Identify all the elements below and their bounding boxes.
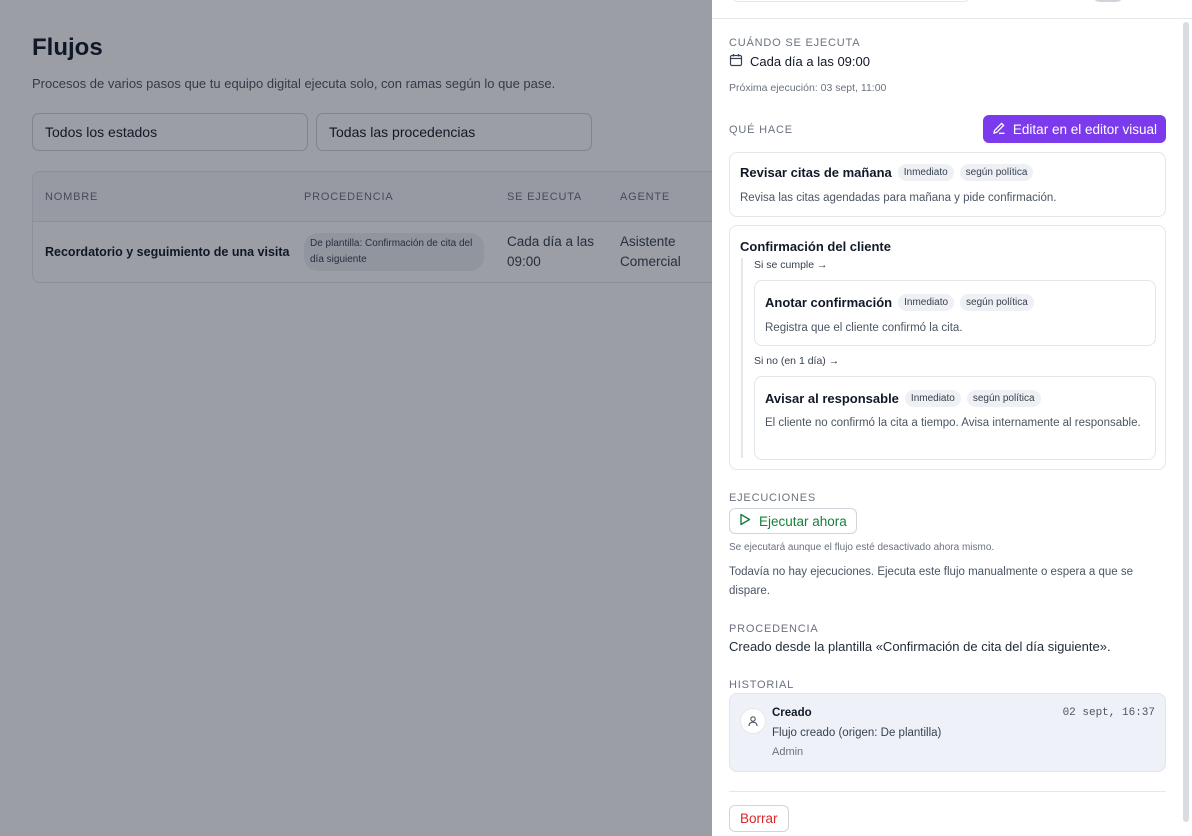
next-run-text: Próxima ejecución: 03 sept, 11:00 — [729, 82, 887, 94]
drawer-scrollbar[interactable] — [1183, 22, 1189, 822]
calendar-icon — [729, 53, 750, 70]
history-user: Admin — [772, 746, 804, 758]
branch-no-label: Si no (en 1 día) → — [754, 355, 840, 367]
history-title: Creado — [772, 707, 812, 719]
branch-line — [741, 258, 743, 458]
step-description: Registra que el cliente confirmó la cita… — [765, 322, 963, 334]
runs-section-label: EJECUCIONES — [729, 492, 817, 504]
run-now-label: Ejecutar ahora — [759, 513, 847, 529]
what-section-label: QUÉ HACE — [729, 124, 793, 136]
policy-badge: según política — [960, 294, 1034, 311]
condition-card[interactable]: Confirmación del cliente Si se cumple → … — [729, 225, 1166, 470]
delete-button[interactable]: Borrar — [729, 805, 789, 832]
history-entry: Creado 02 sept, 16:37 Flujo creado (orig… — [729, 693, 1166, 772]
timing-badge: Inmediato — [898, 294, 955, 311]
flow-detail-drawer: CUÁNDO SE EJECUTA Cada día a las 09:00 P… — [712, 0, 1192, 836]
timing-badge: Inmediato — [897, 164, 954, 181]
step-card[interactable]: Revisar citas de mañana Inmediato según … — [729, 152, 1166, 217]
history-timestamp: 02 sept, 16:37 — [1062, 707, 1155, 719]
timing-badge: Inmediato — [904, 390, 961, 407]
step-title: Revisar citas de mañana — [740, 165, 892, 180]
pencil-icon — [992, 121, 1006, 138]
step-description: El cliente no confirmó la cita a tiempo.… — [765, 417, 1141, 429]
branch-yes-step-card[interactable]: Anotar confirmación Inmediato según polí… — [754, 280, 1156, 346]
origin-text: Creado desde la plantilla «Confirmación … — [729, 639, 1111, 654]
flow-name-input[interactable] — [732, 0, 970, 2]
policy-badge: según política — [966, 390, 1041, 407]
branch-no-step-card[interactable]: Avisar al responsable Inmediato según po… — [754, 376, 1156, 460]
condition-title: Confirmación del cliente — [740, 239, 891, 254]
active-toggle[interactable] — [1092, 0, 1124, 2]
play-icon — [739, 513, 751, 529]
branch-yes-label: Si se cumple → — [754, 259, 828, 271]
history-description: Flujo creado (origen: De plantilla) — [772, 727, 942, 739]
step-title: Anotar confirmación — [765, 295, 893, 310]
run-now-button[interactable]: Ejecutar ahora — [729, 508, 857, 534]
schedule-text: Cada día a las 09:00 — [750, 54, 870, 69]
edit-visual-editor-button[interactable]: Editar en el editor visual — [982, 115, 1166, 143]
no-runs-text: Todavía no hay ejecuciones. Ejecuta este… — [729, 566, 1134, 597]
edit-visual-editor-label: Editar en el editor visual — [1012, 121, 1157, 137]
run-note: Se ejecutará aunque el flujo esté desact… — [729, 542, 995, 553]
when-section-label: CUÁNDO SE EJECUTA — [729, 37, 861, 49]
user-icon — [740, 708, 766, 734]
history-section-label: HISTORIAL — [729, 679, 795, 691]
drawer-header — [712, 0, 1192, 19]
step-title: Avisar al responsable — [765, 391, 899, 406]
policy-badge: según política — [959, 164, 1034, 181]
origin-section-label: PROCEDENCIA — [729, 623, 819, 635]
step-description: Revisa las citas agendadas para mañana y… — [740, 192, 1057, 204]
footer-divider — [729, 791, 1166, 792]
